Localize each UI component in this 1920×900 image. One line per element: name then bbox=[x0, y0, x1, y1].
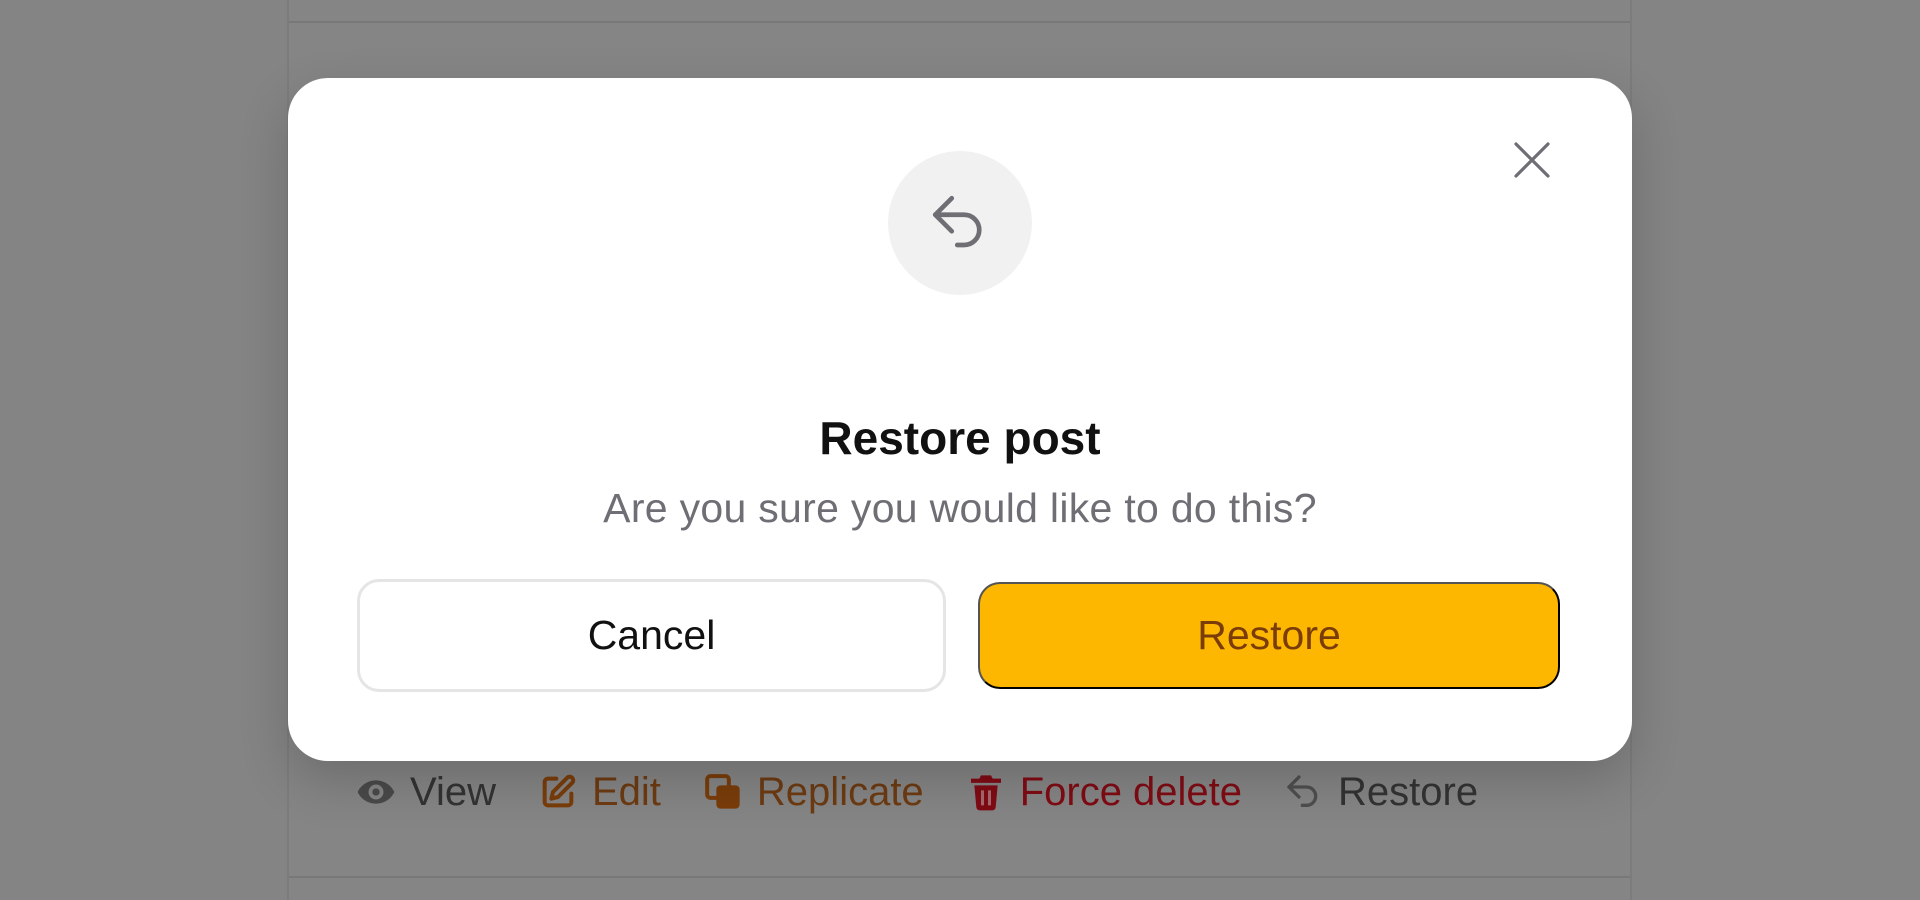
restore-action[interactable]: Restore bbox=[1284, 770, 1478, 815]
modal-description: Are you sure you would like to do this? bbox=[603, 485, 1317, 531]
force-delete-action[interactable]: Force delete bbox=[966, 770, 1242, 815]
eye-icon bbox=[357, 780, 395, 804]
restore-confirmation-modal: Restore post Are you sure you would like… bbox=[288, 78, 1632, 761]
cancel-button[interactable]: Cancel bbox=[357, 579, 946, 692]
view-action[interactable]: View bbox=[356, 770, 496, 815]
modal-title: Restore post bbox=[819, 412, 1101, 464]
modal-icon-badge bbox=[888, 151, 1032, 295]
close-button[interactable] bbox=[1508, 136, 1556, 184]
replicate-action[interactable]: Replicate bbox=[703, 770, 924, 815]
replicate-action-label: Replicate bbox=[756, 769, 924, 814]
undo-arrow-icon bbox=[932, 195, 982, 248]
close-icon bbox=[1514, 142, 1550, 178]
copy-icon bbox=[705, 774, 740, 809]
view-action-label: View bbox=[410, 769, 496, 814]
edit-action-label: Edit bbox=[591, 769, 661, 814]
row-divider bbox=[289, 21, 1630, 23]
restore-action-label: Restore bbox=[1338, 769, 1479, 814]
undo-arrow-icon bbox=[1287, 775, 1318, 807]
trash-icon bbox=[970, 775, 1001, 811]
record-actions: View Edit Replicate Force delete Restore bbox=[356, 768, 1478, 816]
edit-action[interactable]: Edit bbox=[538, 770, 661, 815]
pencil-square-icon bbox=[542, 774, 576, 808]
row-divider bbox=[289, 876, 1630, 878]
force-delete-action-label: Force delete bbox=[1019, 769, 1243, 814]
confirm-restore-button[interactable]: Restore bbox=[978, 582, 1560, 689]
